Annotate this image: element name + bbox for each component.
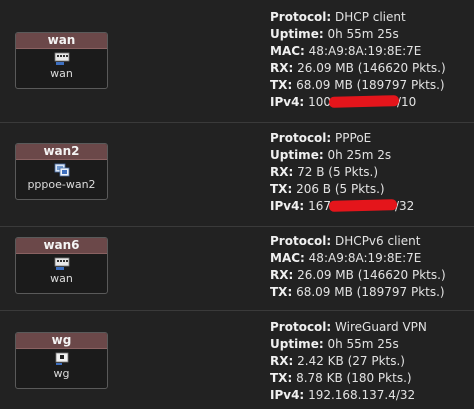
detail-tx: TX: 68.09 MB (189797 Pkts.) <box>270 78 445 92</box>
interface-badge-wan6[interactable]: wan6 wan <box>15 237 108 294</box>
detail-ipv4: IPv4: 100/10 <box>270 95 417 109</box>
interface-row-wan6: wan6 wan Protocol: DHCPv6 client MAC: 48… <box>0 226 474 310</box>
interface-badge-wan[interactable]: wan wan <box>15 32 108 89</box>
ethernet-port-icon <box>54 257 69 270</box>
detail-uptime: Uptime: 0h 55m 25s <box>270 27 399 41</box>
device-name: wan <box>50 272 73 285</box>
pppoe-device-icon <box>54 163 69 177</box>
interface-row-wan2: wan2 pppoe-wan2 Protocol: PPPoE Uptime: … <box>0 122 474 226</box>
detail-protocol: Protocol: DHCP client <box>270 10 406 24</box>
detail-uptime: Uptime: 0h 25m 2s <box>270 148 392 162</box>
interface-details-wan6: Protocol: DHCPv6 client MAC: 48:A9:8A:19… <box>270 233 446 301</box>
interface-name: wan2 <box>16 144 107 160</box>
device-name: wg <box>53 367 70 380</box>
interface-name: wg <box>16 333 107 349</box>
interface-details-wan2: Protocol: PPPoE Uptime: 0h 25m 2s RX: 72… <box>270 130 414 215</box>
detail-mac: MAC: 48:A9:8A:19:8E:7E <box>270 44 422 58</box>
interface-details-wg: Protocol: WireGuard VPN Uptime: 0h 55m 2… <box>270 319 427 404</box>
interface-name: wan <box>16 33 107 49</box>
interface-details-wan: Protocol: DHCP client Uptime: 0h 55m 25s… <box>270 9 446 111</box>
interface-name: wan6 <box>16 238 107 254</box>
detail-uptime: Uptime: 0h 55m 25s <box>270 337 399 351</box>
redaction-mark <box>328 95 400 108</box>
interface-badge-wg[interactable]: wg wg <box>15 332 108 389</box>
detail-tx: TX: 8.78 KB (180 Pkts.) <box>270 371 412 385</box>
redaction-mark <box>328 199 398 212</box>
interface-list: wan wan Protocol: DHCP client Uptime: 0h… <box>0 0 474 409</box>
detail-rx: RX: 26.09 MB (146620 Pkts.) <box>270 268 446 282</box>
tunnel-device-icon <box>55 352 68 365</box>
ethernet-port-icon <box>54 52 69 65</box>
detail-mac: MAC: 48:A9:8A:19:8E:7E <box>270 251 422 265</box>
detail-protocol: Protocol: PPPoE <box>270 131 372 145</box>
detail-protocol: Protocol: WireGuard VPN <box>270 320 427 334</box>
device-name: wan <box>50 67 73 80</box>
detail-ipv4: IPv4: 192.168.137.4/32 <box>270 388 416 402</box>
interface-row-wan: wan wan Protocol: DHCP client Uptime: 0h… <box>0 0 474 122</box>
detail-tx: TX: 206 B (5 Pkts.) <box>270 182 385 196</box>
detail-tx: TX: 68.09 MB (189797 Pkts.) <box>270 285 445 299</box>
interface-badge-wan2[interactable]: wan2 pppoe-wan2 <box>15 143 108 200</box>
detail-rx: RX: 26.09 MB (146620 Pkts.) <box>270 61 446 75</box>
detail-rx: RX: 72 B (5 Pkts.) <box>270 165 379 179</box>
detail-protocol: Protocol: DHCPv6 client <box>270 234 421 248</box>
detail-ipv4: IPv4: 167/32 <box>270 199 415 213</box>
interface-row-wg: wg wg Protocol: WireGuard VPN Uptime: 0h… <box>0 310 474 409</box>
device-name: pppoe-wan2 <box>27 178 96 191</box>
detail-rx: RX: 2.42 KB (27 Pkts.) <box>270 354 405 368</box>
